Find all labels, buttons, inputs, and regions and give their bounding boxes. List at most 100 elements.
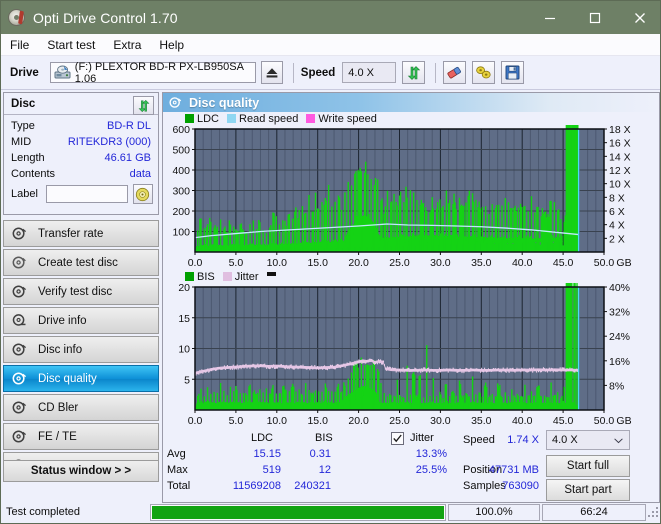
svg-text:200: 200 (172, 206, 190, 218)
svg-text:30.0: 30.0 (430, 257, 451, 269)
svg-text:5.0: 5.0 (229, 415, 244, 427)
eject-button[interactable] (260, 61, 283, 84)
svg-text:45.0: 45.0 (553, 257, 574, 269)
legend-label-read-speed: Read speed (239, 112, 299, 125)
stats-speed-value: 1.74 X (507, 434, 539, 446)
drive-icon (54, 65, 71, 79)
stats-header-ldc: LDC (251, 432, 274, 444)
window-controls (527, 1, 660, 34)
disc-key: Length (11, 152, 45, 164)
disc-info-icon (12, 343, 27, 356)
toolbar-divider-1 (292, 62, 294, 83)
menu-file[interactable]: File (10, 38, 29, 52)
start-full-button[interactable]: Start full (546, 455, 630, 477)
stats-max-jitter: 25.5% (415, 464, 447, 476)
legend-label-ldc: LDC (197, 112, 220, 125)
cd-bler-icon (12, 401, 27, 414)
sidebar-item-label: Verify test disc (38, 285, 113, 298)
disc-value: RITEKDR3 (000) (67, 136, 151, 148)
sidebar-item-label: FE / TE (38, 430, 77, 443)
disc-label-icon (136, 187, 150, 201)
svg-text:5: 5 (184, 374, 190, 386)
svg-text:40.0: 40.0 (512, 257, 533, 269)
bis-chart[interactable]: 5 10 15 20 8% 16% 24% 32% 40% 0.0 5.0 10.0 15.0 20.0 2… (163, 283, 659, 428)
close-icon[interactable] (617, 1, 660, 34)
menu-start-test[interactable]: Start test (47, 38, 95, 52)
svg-text:4 X: 4 X (609, 220, 625, 232)
svg-text:40%: 40% (609, 283, 630, 294)
svg-text:20: 20 (178, 283, 190, 294)
sidebar-item-create-test-disc[interactable]: Create test disc (3, 249, 159, 276)
ldc-chart[interactable]: 100 200 300 400 500 600 2 X4 X 6 X 8 X10 X 12 X 14… (163, 125, 659, 270)
svg-text:400: 400 (172, 165, 190, 177)
sidebar-item-label: Transfer rate (38, 227, 104, 240)
refresh-button[interactable] (402, 61, 426, 84)
disc-label-caption: Label (11, 188, 38, 200)
disc-key: Type (11, 120, 35, 132)
disc-panel-header: Disc (4, 93, 158, 115)
legend-swatch-write-speed (306, 114, 316, 123)
svg-text:16%: 16% (609, 356, 630, 368)
menu-help[interactable]: Help (159, 38, 184, 52)
svg-text:20.0: 20.0 (348, 257, 369, 269)
disc-label-button[interactable] (132, 184, 153, 204)
minimize-icon[interactable] (527, 1, 572, 34)
svg-text:0.0: 0.0 (188, 257, 203, 269)
window-title: Opti Drive Control 1.70 (33, 9, 178, 26)
sidebar-item-verify-test-disc[interactable]: Verify test disc (3, 278, 159, 305)
start-part-button[interactable]: Start part (546, 479, 630, 501)
svg-text:35.0: 35.0 (471, 415, 492, 427)
drive-label: Drive (10, 66, 39, 79)
sidebar-item-cd-bler[interactable]: CD Bler (3, 394, 159, 421)
disc-label-input[interactable] (45, 185, 128, 203)
svg-text:GB: GB (616, 415, 631, 427)
svg-text:40.0: 40.0 (512, 415, 533, 427)
disc-row-length: Length 46.61 GB (4, 150, 158, 166)
sidebar-item-disc-quality[interactable]: Disc quality (3, 365, 159, 392)
disc-panel-title: Disc (11, 97, 36, 110)
svg-text:30.0: 30.0 (430, 415, 451, 427)
speed-label: Speed (300, 66, 336, 79)
svg-text:8%: 8% (609, 380, 624, 392)
svg-text:5.0: 5.0 (229, 257, 244, 269)
speed-value: 4.0 X (348, 66, 374, 79)
stats-samples-value: 763090 (502, 480, 539, 492)
svg-text:15.0: 15.0 (307, 257, 328, 269)
sidebar-item-drive-info[interactable]: Drive info (3, 307, 159, 334)
legend-swatch-read-speed (227, 114, 237, 123)
svg-text:500: 500 (172, 145, 190, 157)
save-button[interactable] (501, 61, 525, 84)
stats-avg-ldc: 15.15 (253, 448, 281, 460)
svg-text:18 X: 18 X (609, 125, 631, 136)
sidebar-item-disc-info[interactable]: Disc info (3, 336, 159, 363)
menu-bar: File Start test Extra Help (1, 34, 660, 56)
erase-button[interactable] (443, 61, 467, 84)
stats-panel: LDC BIS Jitter Avg Max Total 15.15 519 1… (163, 428, 659, 502)
bitsetting-button[interactable] (472, 61, 496, 84)
toolbar-divider-2 (435, 62, 437, 83)
stats-header-bis: BIS (315, 432, 333, 444)
progress-percent: 100.0% (448, 503, 540, 521)
jitter-checkbox[interactable] (391, 432, 404, 445)
drive-value: (F:) PLEXTOR BD-R PX-LB950SA 1.06 (74, 60, 244, 85)
toolbar: Drive (F:) PLEXTOR BD-R PX-LB950SA 1.06 … (1, 56, 660, 90)
status-window-button[interactable]: Status window > > (3, 460, 159, 482)
drive-select[interactable]: (F:) PLEXTOR BD-R PX-LB950SA 1.06 (49, 60, 256, 85)
test-speed-select[interactable]: 4.0 X (546, 430, 630, 450)
disc-quality-icon (169, 97, 182, 108)
menu-extra[interactable]: Extra (113, 38, 141, 52)
refresh-icon (407, 65, 421, 80)
disc-key: Contents (11, 168, 56, 180)
sidebar-item-label: Drive info (38, 314, 87, 327)
svg-text:300: 300 (172, 186, 190, 198)
svg-text:50.0: 50.0 (594, 415, 615, 427)
chevron-down-icon (614, 438, 623, 444)
disc-refresh-button[interactable] (133, 96, 154, 115)
legend-label-jitter: Jitter (234, 270, 259, 283)
sidebar-item-fe-te[interactable]: FE / TE (3, 423, 159, 450)
sidebar-item-transfer-rate[interactable]: Transfer rate (3, 220, 159, 247)
resize-grip[interactable] (647, 506, 660, 519)
maximize-icon[interactable] (572, 1, 617, 34)
speed-select[interactable]: 4.0 X (342, 62, 397, 83)
scroll-marker-icon (266, 272, 276, 276)
